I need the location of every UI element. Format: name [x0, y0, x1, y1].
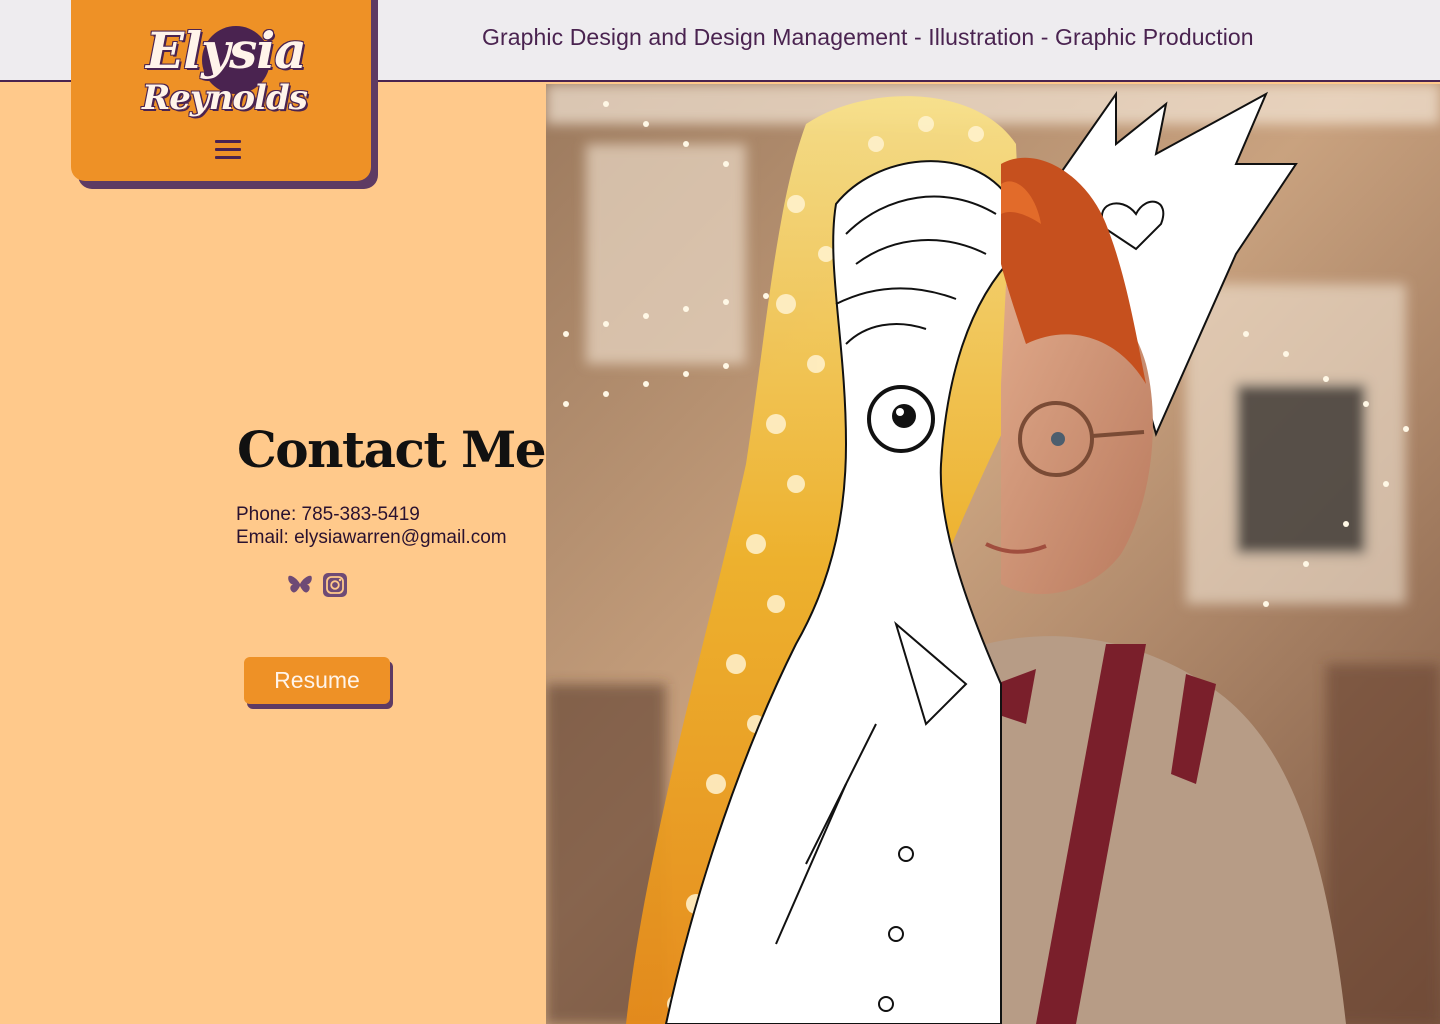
instagram-icon[interactable]	[322, 572, 348, 598]
portrait-illustration	[546, 84, 1440, 1024]
site-tagline: Graphic Design and Design Management - I…	[482, 24, 1254, 50]
logo-first-name[interactable]: Elysia	[146, 24, 316, 78]
hero-portrait-image	[546, 84, 1440, 1024]
hamburger-menu-icon[interactable]	[215, 138, 241, 160]
logo-last-name[interactable]: Reynolds	[142, 78, 322, 118]
email-text[interactable]: Email: elysiawarren@gmail.com	[236, 527, 507, 549]
butterfly-icon[interactable]	[287, 572, 313, 598]
page-title: Contact Me	[237, 420, 547, 479]
resume-button[interactable]: Resume	[244, 657, 390, 704]
phone-text: Phone: 785-383-5419	[236, 504, 420, 525]
